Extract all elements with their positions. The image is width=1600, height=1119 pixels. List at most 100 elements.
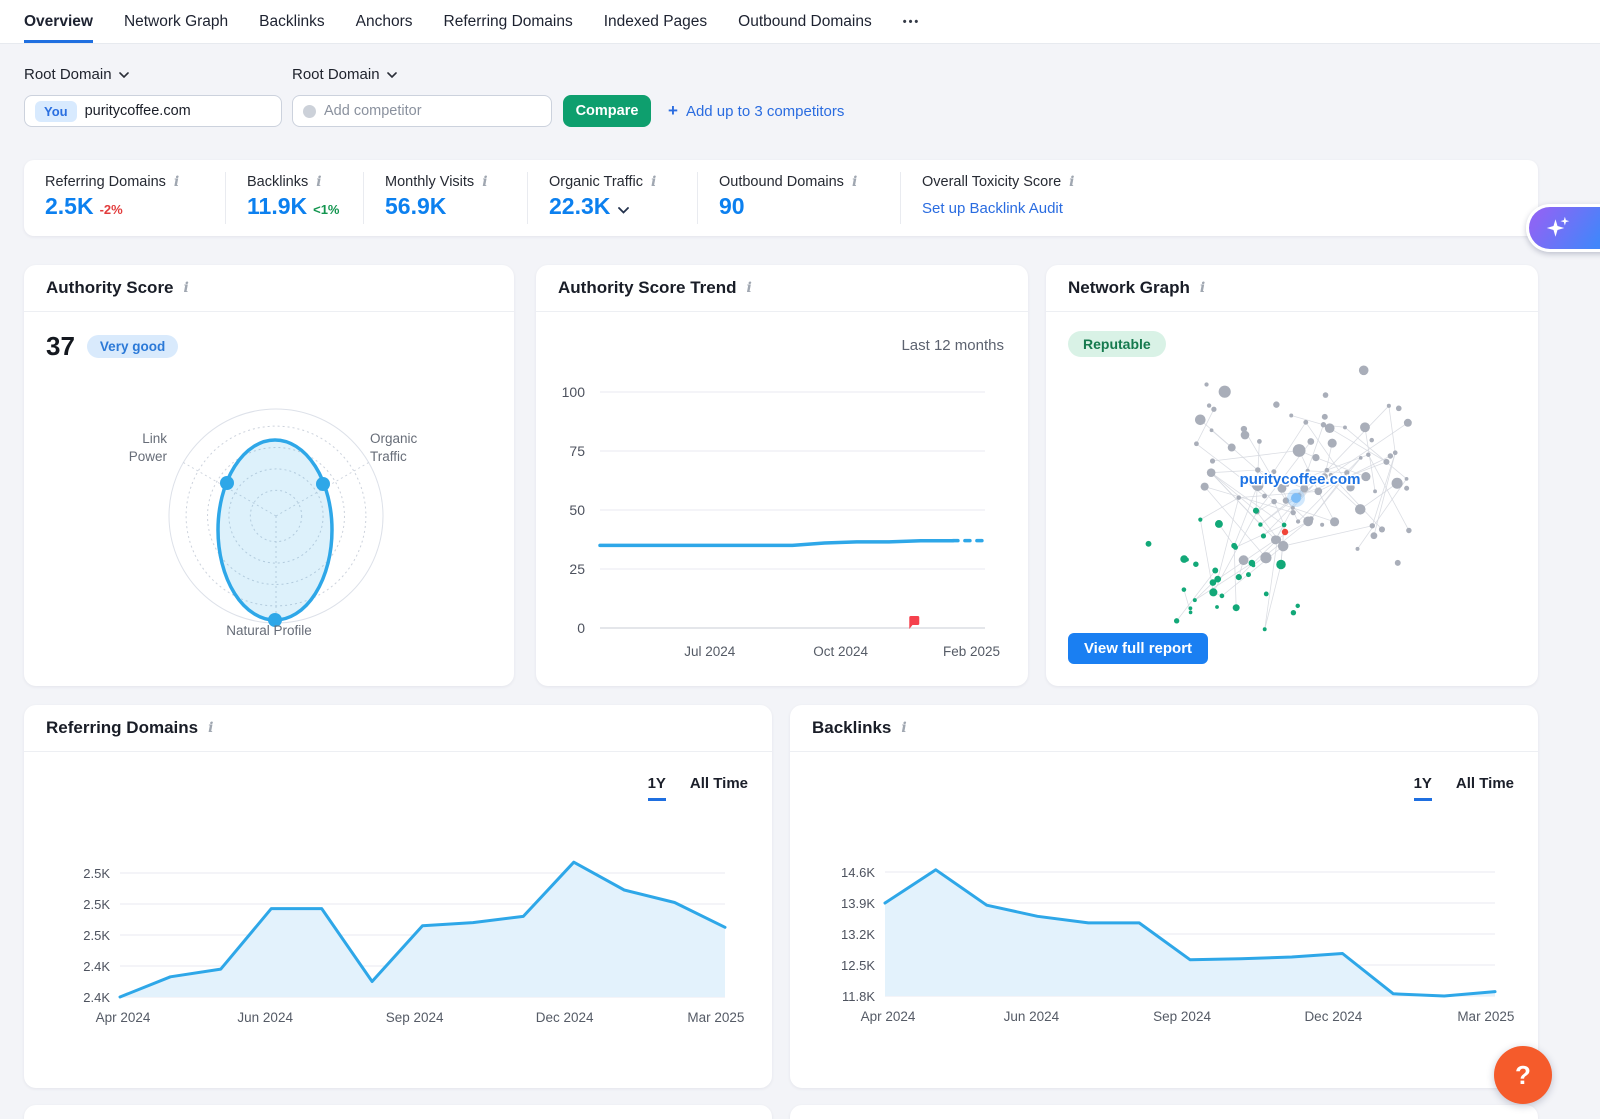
range-tab-1y[interactable]: 1Y [648,775,666,801]
metric-delta: <1% [313,202,339,217]
setup-backlink-audit-link[interactable]: Set up Backlink Audit [922,200,1538,217]
next-row-card-left [24,1105,772,1119]
svg-text:13.9K: 13.9K [841,896,875,911]
svg-text:Oct 2024: Oct 2024 [813,644,868,659]
svg-text:0: 0 [577,620,585,636]
svg-text:13.2K: 13.2K [841,927,875,942]
metric-label: Referring Domains [45,174,166,190]
svg-text:12.5K: 12.5K [841,958,875,973]
svg-text:2.5K: 2.5K [83,928,110,943]
info-icon[interactable]: i [1069,174,1074,190]
svg-text:2.4K: 2.4K [83,990,110,1005]
info-icon[interactable]: i [747,280,752,296]
metric-value: 56.9K [385,193,446,220]
authority-trend-chart: 100 75 50 25 0 Jul 2024 Oct 2024 Feb 2025 [536,375,1028,675]
svg-text:50: 50 [569,502,585,518]
metric-label: Organic Traffic [549,174,643,190]
svg-text:Apr 2024: Apr 2024 [861,1009,916,1024]
info-icon[interactable]: i [901,720,906,736]
competitor-root-domain-selector[interactable]: Root Domain [292,66,397,83]
metric-outbound-domains: Outbound Domainsi 90 [697,172,900,224]
competitor-placeholder: Add competitor [324,103,422,119]
you-domain-value: puritycoffee.com [85,103,191,119]
tab-network-graph[interactable]: Network Graph [124,0,228,43]
network-center-domain-label: puritycoffee.com [1240,471,1361,488]
referring-domains-card: Referring Domains i 1Y All Time 2.5K 2.5K 2… [24,705,772,1088]
metric-value: 2.5K [45,193,94,220]
tab-backlinks[interactable]: Backlinks [259,0,324,43]
tab-referring-domains[interactable]: Referring Domains [444,0,573,43]
chevron-down-icon [387,72,397,78]
info-icon[interactable]: i [208,720,213,736]
trend-period-label: Last 12 months [901,337,1004,354]
metric-backlinks: Backlinksi 11.9K<1% [225,172,363,224]
metric-value: 11.9K [247,193,307,220]
tab-indexed-pages[interactable]: Indexed Pages [604,0,707,43]
tab-anchors[interactable]: Anchors [356,0,413,43]
authority-score-trend-card: Authority Score Trend i Last 12 months 10… [536,265,1028,686]
svg-text:Natural Profile: Natural Profile [226,623,312,638]
help-button[interactable]: ? [1494,1046,1552,1104]
compare-button[interactable]: Compare [563,95,651,127]
range-tab-all-time[interactable]: All Time [690,775,748,801]
ai-assistant-button[interactable] [1526,204,1600,252]
info-icon[interactable]: i [651,174,656,190]
card-title: Backlinks [812,718,891,738]
range-selector: 1Y All Time [1414,775,1514,801]
range-selector: 1Y All Time [648,775,748,801]
svg-text:Dec 2024: Dec 2024 [536,1010,594,1025]
svg-text:2.4K: 2.4K [83,959,110,974]
tab-overview[interactable]: Overview [24,0,93,43]
backlinks-chart: 14.6K 13.9K 13.2K 12.5K 11.8K Apr 2024 Jun 202… [790,825,1538,1035]
range-tab-all-time[interactable]: All Time [1456,775,1514,801]
add-competitor-input[interactable]: Add competitor [292,95,552,127]
root-domain-label: Root Domain [292,66,380,83]
svg-text:2.5K: 2.5K [83,866,110,881]
svg-text:14.6K: 14.6K [841,865,875,880]
sparkles-icon [1543,213,1573,243]
add-competitors-link[interactable]: + Add up to 3 competitors [668,95,844,127]
svg-text:100: 100 [562,384,586,400]
svg-text:25: 25 [569,561,585,577]
view-full-report-button[interactable]: View full report [1068,633,1208,664]
metric-monthly-visits: Monthly Visitsi 56.9K [363,172,527,224]
metric-toxicity-score: Overall Toxicity Scorei Set up Backlink … [900,172,1538,224]
card-title: Referring Domains [46,718,198,738]
info-icon[interactable]: i [1200,280,1205,296]
svg-text:Organic: Organic [370,431,418,446]
svg-text:75: 75 [569,443,585,459]
metric-delta: -2% [100,202,123,217]
card-title: Authority Score Trend [558,278,737,298]
you-domain-input[interactable]: You puritycoffee.com [24,95,282,127]
info-icon[interactable]: i [482,174,487,190]
nav-more-button[interactable]: ••• [903,0,921,43]
you-root-domain-selector[interactable]: Root Domain [24,66,129,83]
network-graph-visualization: puritycoffee.com [1046,320,1538,655]
backlinks-card: Backlinks i 1Y All Time 14.6K 13.9K 13.2K 12… [790,705,1538,1088]
competitor-favicon-placeholder-icon [303,105,316,118]
top-navigation: Overview Network Graph Backlinks Anchors… [0,0,1600,44]
info-icon[interactable]: i [852,174,857,190]
metric-referring-domains: Referring Domains i 2.5K -2% [24,172,225,224]
chevron-down-icon [119,72,129,78]
svg-text:Traffic: Traffic [370,449,407,464]
metric-value: 90 [719,193,745,220]
svg-text:Jun 2024: Jun 2024 [1004,1009,1060,1024]
card-title: Network Graph [1068,278,1190,298]
svg-text:Sep 2024: Sep 2024 [1153,1009,1211,1024]
metric-organic-traffic: Organic Traffici 22.3K [527,172,697,224]
info-icon[interactable]: i [316,174,321,190]
svg-text:Power: Power [129,449,168,464]
you-badge: You [35,101,77,122]
info-icon[interactable]: i [184,280,189,296]
tab-outbound-domains[interactable]: Outbound Domains [738,0,872,43]
svg-text:11.8K: 11.8K [842,989,875,1004]
plus-icon: + [668,101,678,121]
root-domain-label: Root Domain [24,66,112,83]
svg-text:Feb 2025: Feb 2025 [943,644,1000,659]
info-icon[interactable]: i [174,174,179,190]
range-tab-1y[interactable]: 1Y [1414,775,1432,801]
svg-text:Jul 2024: Jul 2024 [684,644,736,659]
chevron-down-icon[interactable] [618,207,629,214]
referring-domains-chart: 2.5K2.5K2.5K2.4K2.4KApr 2024Jun 2024Sep … [24,825,772,1035]
